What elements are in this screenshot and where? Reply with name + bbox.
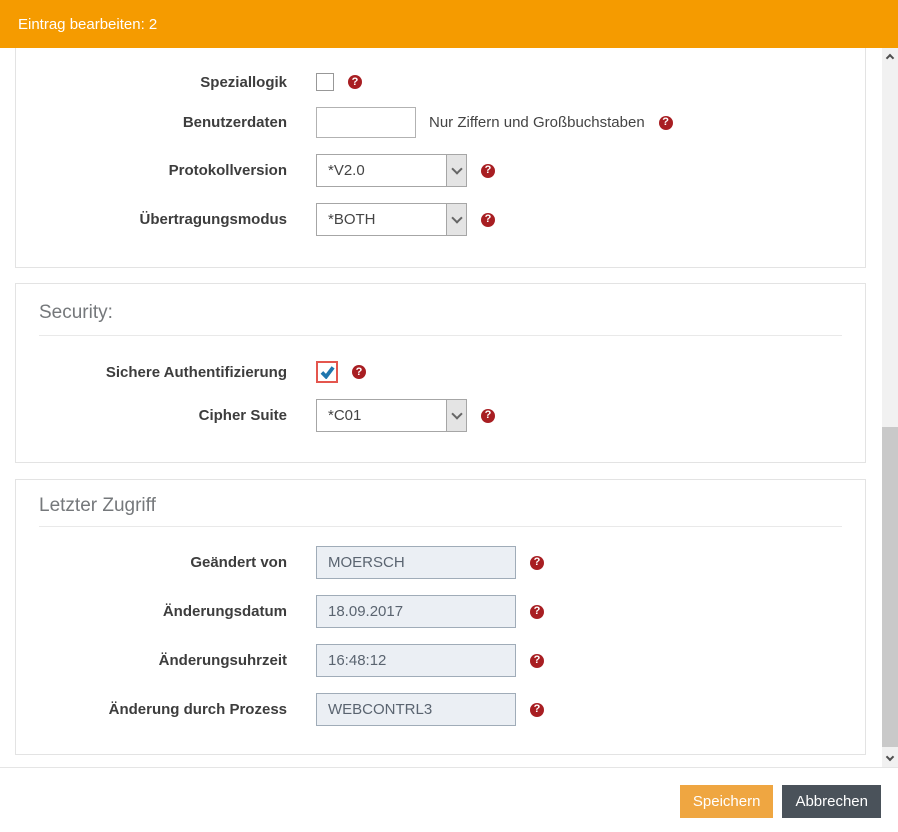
form-row-aenderungsuhrzeit: Änderungsuhrzeit <box>16 644 865 677</box>
aenderungsuhrzeit-input <box>316 644 516 677</box>
chevron-up-icon <box>886 54 894 62</box>
input-hint: Nur Ziffern und Großbuchstaben <box>429 114 645 131</box>
edit-entry-dialog: Eintrag bearbeiten: 2 Speziallogik Benut… <box>0 0 898 832</box>
field-label: Sichere Authentifizierung <box>16 364 287 381</box>
select-value: *BOTH <box>317 204 446 235</box>
section-title-last-access: Letzter Zugriff <box>16 480 865 526</box>
form-row-uebertragungsmodus: Übertragungsmodus *BOTH <box>16 203 865 236</box>
benutzerdaten-input[interactable] <box>316 107 416 138</box>
form-row-protokollversion: Protokollversion *V2.0 <box>16 154 865 187</box>
form-row-speziallogik: Speziallogik <box>16 73 865 91</box>
panel-security: Security: Sichere Authentifizierung <box>15 283 866 463</box>
help-icon[interactable] <box>530 605 544 619</box>
dialog-title: Eintrag bearbeiten: 2 <box>18 16 157 33</box>
help-icon[interactable] <box>530 556 544 570</box>
select-value: *C01 <box>317 400 446 431</box>
scroll-up-button[interactable] <box>882 48 898 65</box>
scrollbar-thumb[interactable] <box>882 427 898 747</box>
help-icon[interactable] <box>481 409 495 423</box>
dialog-footer: Speichern Abbrechen <box>0 767 898 832</box>
form-row-geaendert-von: Geändert von <box>16 546 865 579</box>
section-divider <box>39 526 842 527</box>
section-divider <box>39 335 842 336</box>
help-icon[interactable] <box>530 654 544 668</box>
form-row-aenderungsdatum: Änderungsdatum <box>16 595 865 628</box>
form-row-sichere-authentifizierung: Sichere Authentifizierung <box>16 361 865 383</box>
help-icon[interactable] <box>659 116 673 130</box>
form-row-cipher-suite: Cipher Suite *C01 <box>16 399 865 432</box>
chevron-down-icon[interactable] <box>446 155 466 186</box>
section-title-security: Security: <box>16 284 865 335</box>
cipher-suite-select[interactable]: *C01 <box>316 399 467 432</box>
field-label: Protokollversion <box>16 162 287 179</box>
protokollversion-select[interactable]: *V2.0 <box>316 154 467 187</box>
chevron-down-icon <box>886 753 894 761</box>
field-label: Cipher Suite <box>16 407 287 424</box>
save-button[interactable]: Speichern <box>680 785 774 818</box>
checkmark-icon <box>320 365 335 379</box>
aenderungsdatum-input <box>316 595 516 628</box>
help-icon[interactable] <box>352 365 366 379</box>
help-icon[interactable] <box>481 164 495 178</box>
cancel-button[interactable]: Abbrechen <box>782 785 881 818</box>
aenderung-durch-prozess-input <box>316 693 516 726</box>
speziallogik-checkbox[interactable] <box>316 73 334 91</box>
help-icon[interactable] <box>481 213 495 227</box>
panel-general: Speziallogik Benutzerdaten Nur Ziffern u… <box>15 48 866 268</box>
field-label: Änderung durch Prozess <box>16 701 287 718</box>
scroll-down-button[interactable] <box>882 750 898 767</box>
help-icon[interactable] <box>530 703 544 717</box>
geaendert-von-input <box>316 546 516 579</box>
panel-last-access: Letzter Zugriff Geändert von Änderungsda… <box>15 479 866 755</box>
chevron-down-icon[interactable] <box>446 204 466 235</box>
sichere-authentifizierung-checkbox[interactable] <box>316 361 338 383</box>
field-label: Benutzerdaten <box>16 114 287 131</box>
chevron-down-icon[interactable] <box>446 400 466 431</box>
field-label: Speziallogik <box>16 74 287 91</box>
dialog-body: Speziallogik Benutzerdaten Nur Ziffern u… <box>0 48 898 767</box>
uebertragungsmodus-select[interactable]: *BOTH <box>316 203 467 236</box>
form-row-benutzerdaten: Benutzerdaten Nur Ziffern und Großbuchst… <box>16 107 865 138</box>
field-label: Änderungsdatum <box>16 603 287 620</box>
form-content: Speziallogik Benutzerdaten Nur Ziffern u… <box>15 48 866 755</box>
dialog-header: Eintrag bearbeiten: 2 <box>0 0 898 48</box>
select-value: *V2.0 <box>317 155 446 186</box>
field-label: Geändert von <box>16 554 287 571</box>
field-label: Übertragungsmodus <box>16 211 287 228</box>
field-label: Änderungsuhrzeit <box>16 652 287 669</box>
form-row-aenderung-durch-prozess: Änderung durch Prozess <box>16 693 865 726</box>
vertical-scrollbar[interactable] <box>882 48 898 767</box>
help-icon[interactable] <box>348 75 362 89</box>
